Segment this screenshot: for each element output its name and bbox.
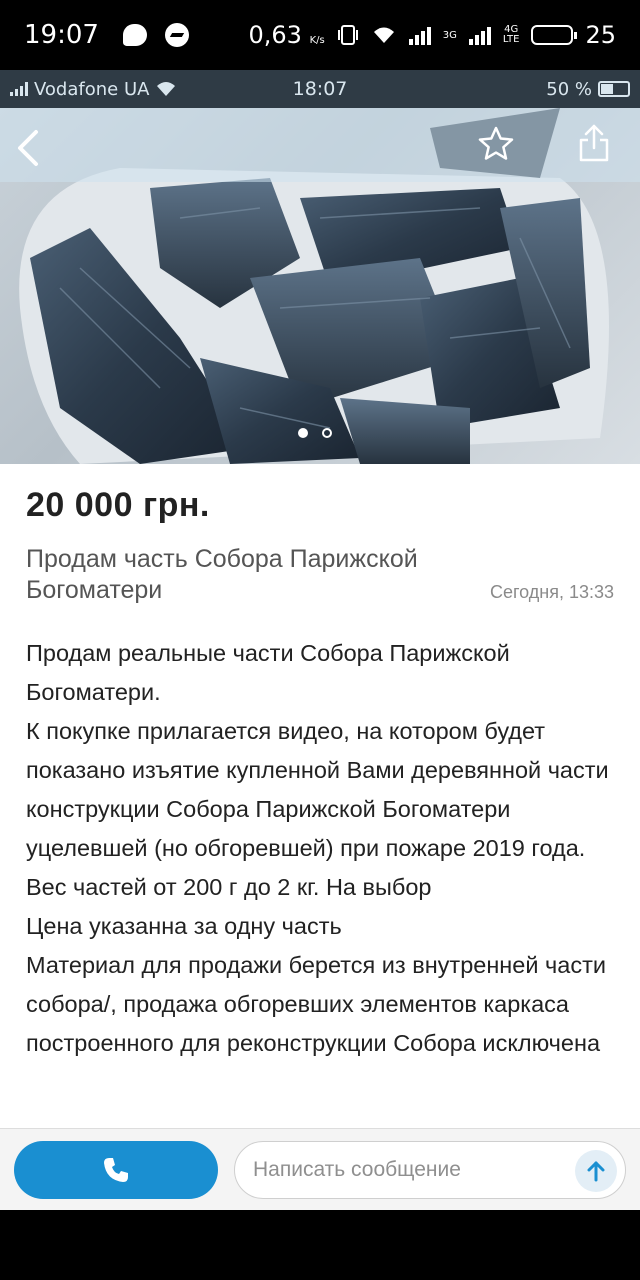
gallery-dot[interactable] bbox=[322, 428, 332, 438]
bottom-action-bar bbox=[0, 1128, 640, 1210]
inner-battery-group: 50 % bbox=[546, 79, 630, 100]
wifi-icon bbox=[373, 27, 394, 43]
phone-status-bar: 19:07 0,63 K/s 3G 4G LTE 25 bbox=[0, 0, 640, 70]
messenger-icon bbox=[164, 23, 189, 47]
carrier-group: Vodafone UA bbox=[10, 79, 177, 100]
network-speed: 0,63 K/s bbox=[248, 21, 324, 49]
vibrate-icon bbox=[337, 25, 358, 45]
network-3g-label: 3G bbox=[442, 29, 457, 41]
listing-title: Продам часть Собора Парижской Богоматери bbox=[26, 545, 418, 604]
battery-level: 25 bbox=[585, 21, 616, 49]
listing-details: 20 000 грн. Продам часть Собора Парижско… bbox=[0, 464, 640, 1128]
network-lte: LTE bbox=[502, 34, 520, 45]
gallery-dot-active[interactable] bbox=[298, 428, 308, 438]
listing-date: Сегодня, 13:33 bbox=[489, 582, 614, 602]
inner-status-bar: Vodafone UA 18:07 50 % bbox=[0, 70, 640, 108]
speed-unit: K/s bbox=[309, 35, 325, 46]
send-button[interactable] bbox=[575, 1150, 617, 1192]
description-text: Продам реальные части Собора Парижской Б… bbox=[26, 640, 609, 1056]
inner-battery-icon bbox=[598, 81, 630, 97]
top-nav-bar bbox=[0, 108, 640, 182]
inner-battery-level: 50 % bbox=[546, 78, 592, 100]
gallery-pager[interactable] bbox=[298, 428, 332, 438]
status-time: 19:07 bbox=[24, 20, 99, 50]
signal-icon-2 bbox=[468, 25, 491, 45]
favorite-star-icon[interactable] bbox=[476, 124, 516, 164]
listing-price: 20 000 грн. bbox=[26, 486, 210, 524]
call-button[interactable] bbox=[14, 1141, 218, 1199]
chat-bubble-icon bbox=[122, 24, 147, 46]
message-input[interactable] bbox=[253, 1158, 563, 1182]
carrier-name: Vodafone UA bbox=[34, 78, 150, 100]
share-icon[interactable] bbox=[574, 122, 614, 164]
carrier-signal-icon bbox=[10, 82, 28, 96]
phone-icon bbox=[104, 1158, 128, 1182]
speed-value: 0,63 bbox=[248, 21, 302, 49]
inner-status-time: 18:07 bbox=[292, 78, 348, 100]
send-arrow-icon bbox=[587, 1161, 605, 1182]
signal-icon bbox=[408, 25, 431, 45]
wifi-icon-inner bbox=[157, 82, 176, 96]
bottom-system-area bbox=[0, 1210, 640, 1280]
message-field[interactable] bbox=[234, 1141, 626, 1199]
battery-icon bbox=[531, 25, 578, 45]
back-arrow-icon[interactable] bbox=[10, 126, 50, 170]
listing-description: Продам реальные части Собора Парижской Б… bbox=[26, 634, 626, 1063]
network-4g-label: 4G LTE bbox=[503, 25, 520, 45]
